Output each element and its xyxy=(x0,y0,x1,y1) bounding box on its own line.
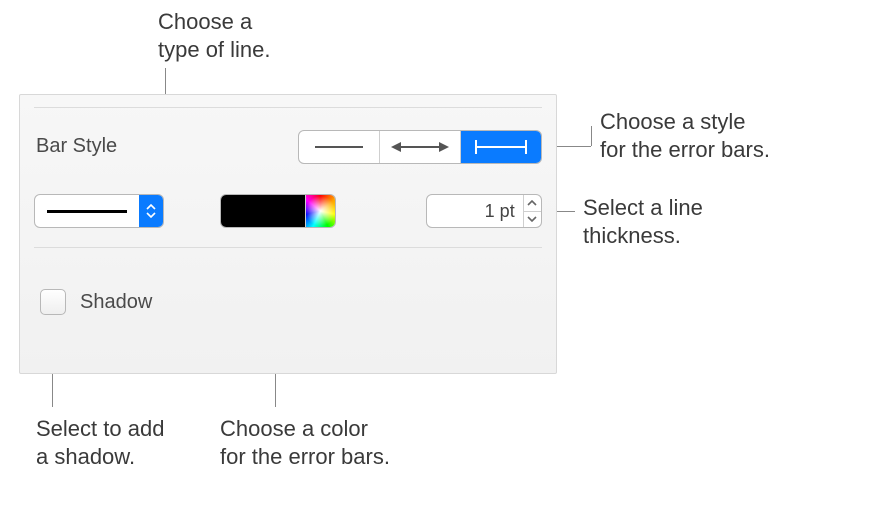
solid-line-icon xyxy=(47,210,127,213)
leader-line xyxy=(591,126,592,146)
error-bar-style-segmented[interactable] xyxy=(298,130,542,164)
callout-color: Choose a color for the error bars. xyxy=(220,415,390,470)
line-arrow-icon xyxy=(389,139,451,155)
chevron-up-icon xyxy=(527,200,537,206)
chevron-down-icon xyxy=(527,216,537,222)
stepper-down-button[interactable] xyxy=(524,212,541,228)
bar-style-label: Bar Style xyxy=(36,135,117,158)
updown-chevrons-icon xyxy=(139,195,163,227)
error-bar-style-arrow[interactable] xyxy=(380,131,461,163)
callout-shadow: Select to add a shadow. xyxy=(36,415,164,470)
line-cap-icon xyxy=(470,138,532,156)
stepper-buttons xyxy=(523,195,541,227)
color-swatch xyxy=(221,195,305,227)
color-wheel-icon[interactable] xyxy=(305,195,335,227)
stepper-up-button[interactable] xyxy=(524,195,541,212)
error-bar-color-well[interactable] xyxy=(220,194,336,228)
error-bar-style-cap[interactable] xyxy=(461,131,541,163)
divider xyxy=(34,247,542,248)
leader-line xyxy=(551,146,591,147)
line-type-dropdown[interactable] xyxy=(34,194,164,228)
divider xyxy=(34,107,542,108)
line-thickness-field[interactable] xyxy=(427,195,523,227)
line-type-preview xyxy=(35,210,139,213)
shadow-row: Shadow xyxy=(40,289,152,315)
callout-error-bar-style: Choose a style for the error bars. xyxy=(600,108,770,163)
error-bar-style-plain[interactable] xyxy=(299,131,380,163)
callout-line-type: Choose a type of line. xyxy=(158,8,271,63)
format-panel: Bar Style xyxy=(19,94,557,374)
shadow-label: Shadow xyxy=(80,291,152,314)
shadow-checkbox[interactable] xyxy=(40,289,66,315)
line-thickness-stepper[interactable] xyxy=(426,194,542,228)
callout-thickness: Select a line thickness. xyxy=(583,194,703,249)
line-plain-icon xyxy=(311,139,367,155)
